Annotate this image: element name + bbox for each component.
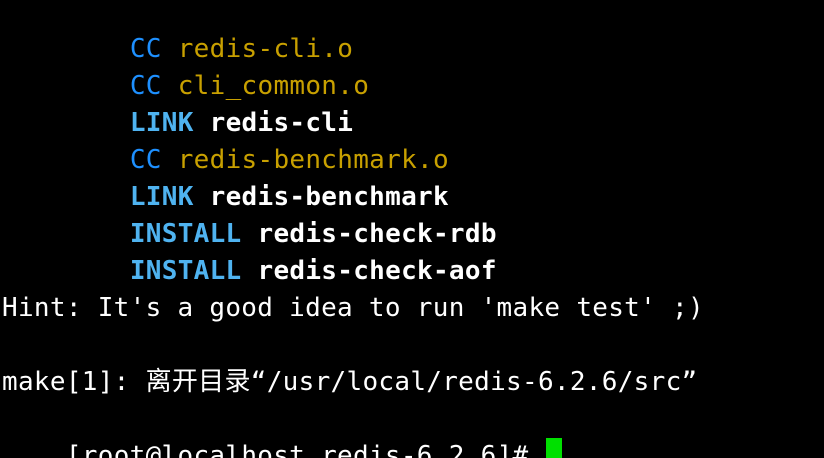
shell-prompt: [root@localhost redis-6.2.6]# xyxy=(65,441,545,458)
text-cursor xyxy=(546,438,563,458)
build-line-cc-redis-benchmark-o: CC redis-benchmark.o xyxy=(2,105,449,175)
build-line-cc-redis-cli-o: CC redis-cli.o xyxy=(2,0,353,64)
build-target: redis-check-aof xyxy=(257,256,497,286)
build-line-link-redis-cli: LINK redis-cli xyxy=(2,68,353,138)
build-line-install-redis-check-rdb: INSTALL redis-check-rdb xyxy=(2,179,497,249)
build-prefix: INSTALL xyxy=(129,256,242,286)
build-line-cc-cli-common-o: CC cli_common.o xyxy=(2,31,369,101)
build-line-link-redis-benchmark: LINK redis-benchmark xyxy=(2,142,449,212)
hint-line: Hint: It's a good idea to run 'make test… xyxy=(2,293,704,323)
shell-prompt-line[interactable]: [root@localhost redis-6.2.6]# xyxy=(2,401,563,458)
terminal-window[interactable]: CC redis-cli.o CC cli_common.o LINK redi… xyxy=(0,0,824,458)
build-line-install-redis-check-aof: INSTALL redis-check-aof xyxy=(2,216,497,286)
make-leave-directory-line: make[1]: 离开目录“/usr/local/redis-6.2.6/src… xyxy=(2,367,698,397)
